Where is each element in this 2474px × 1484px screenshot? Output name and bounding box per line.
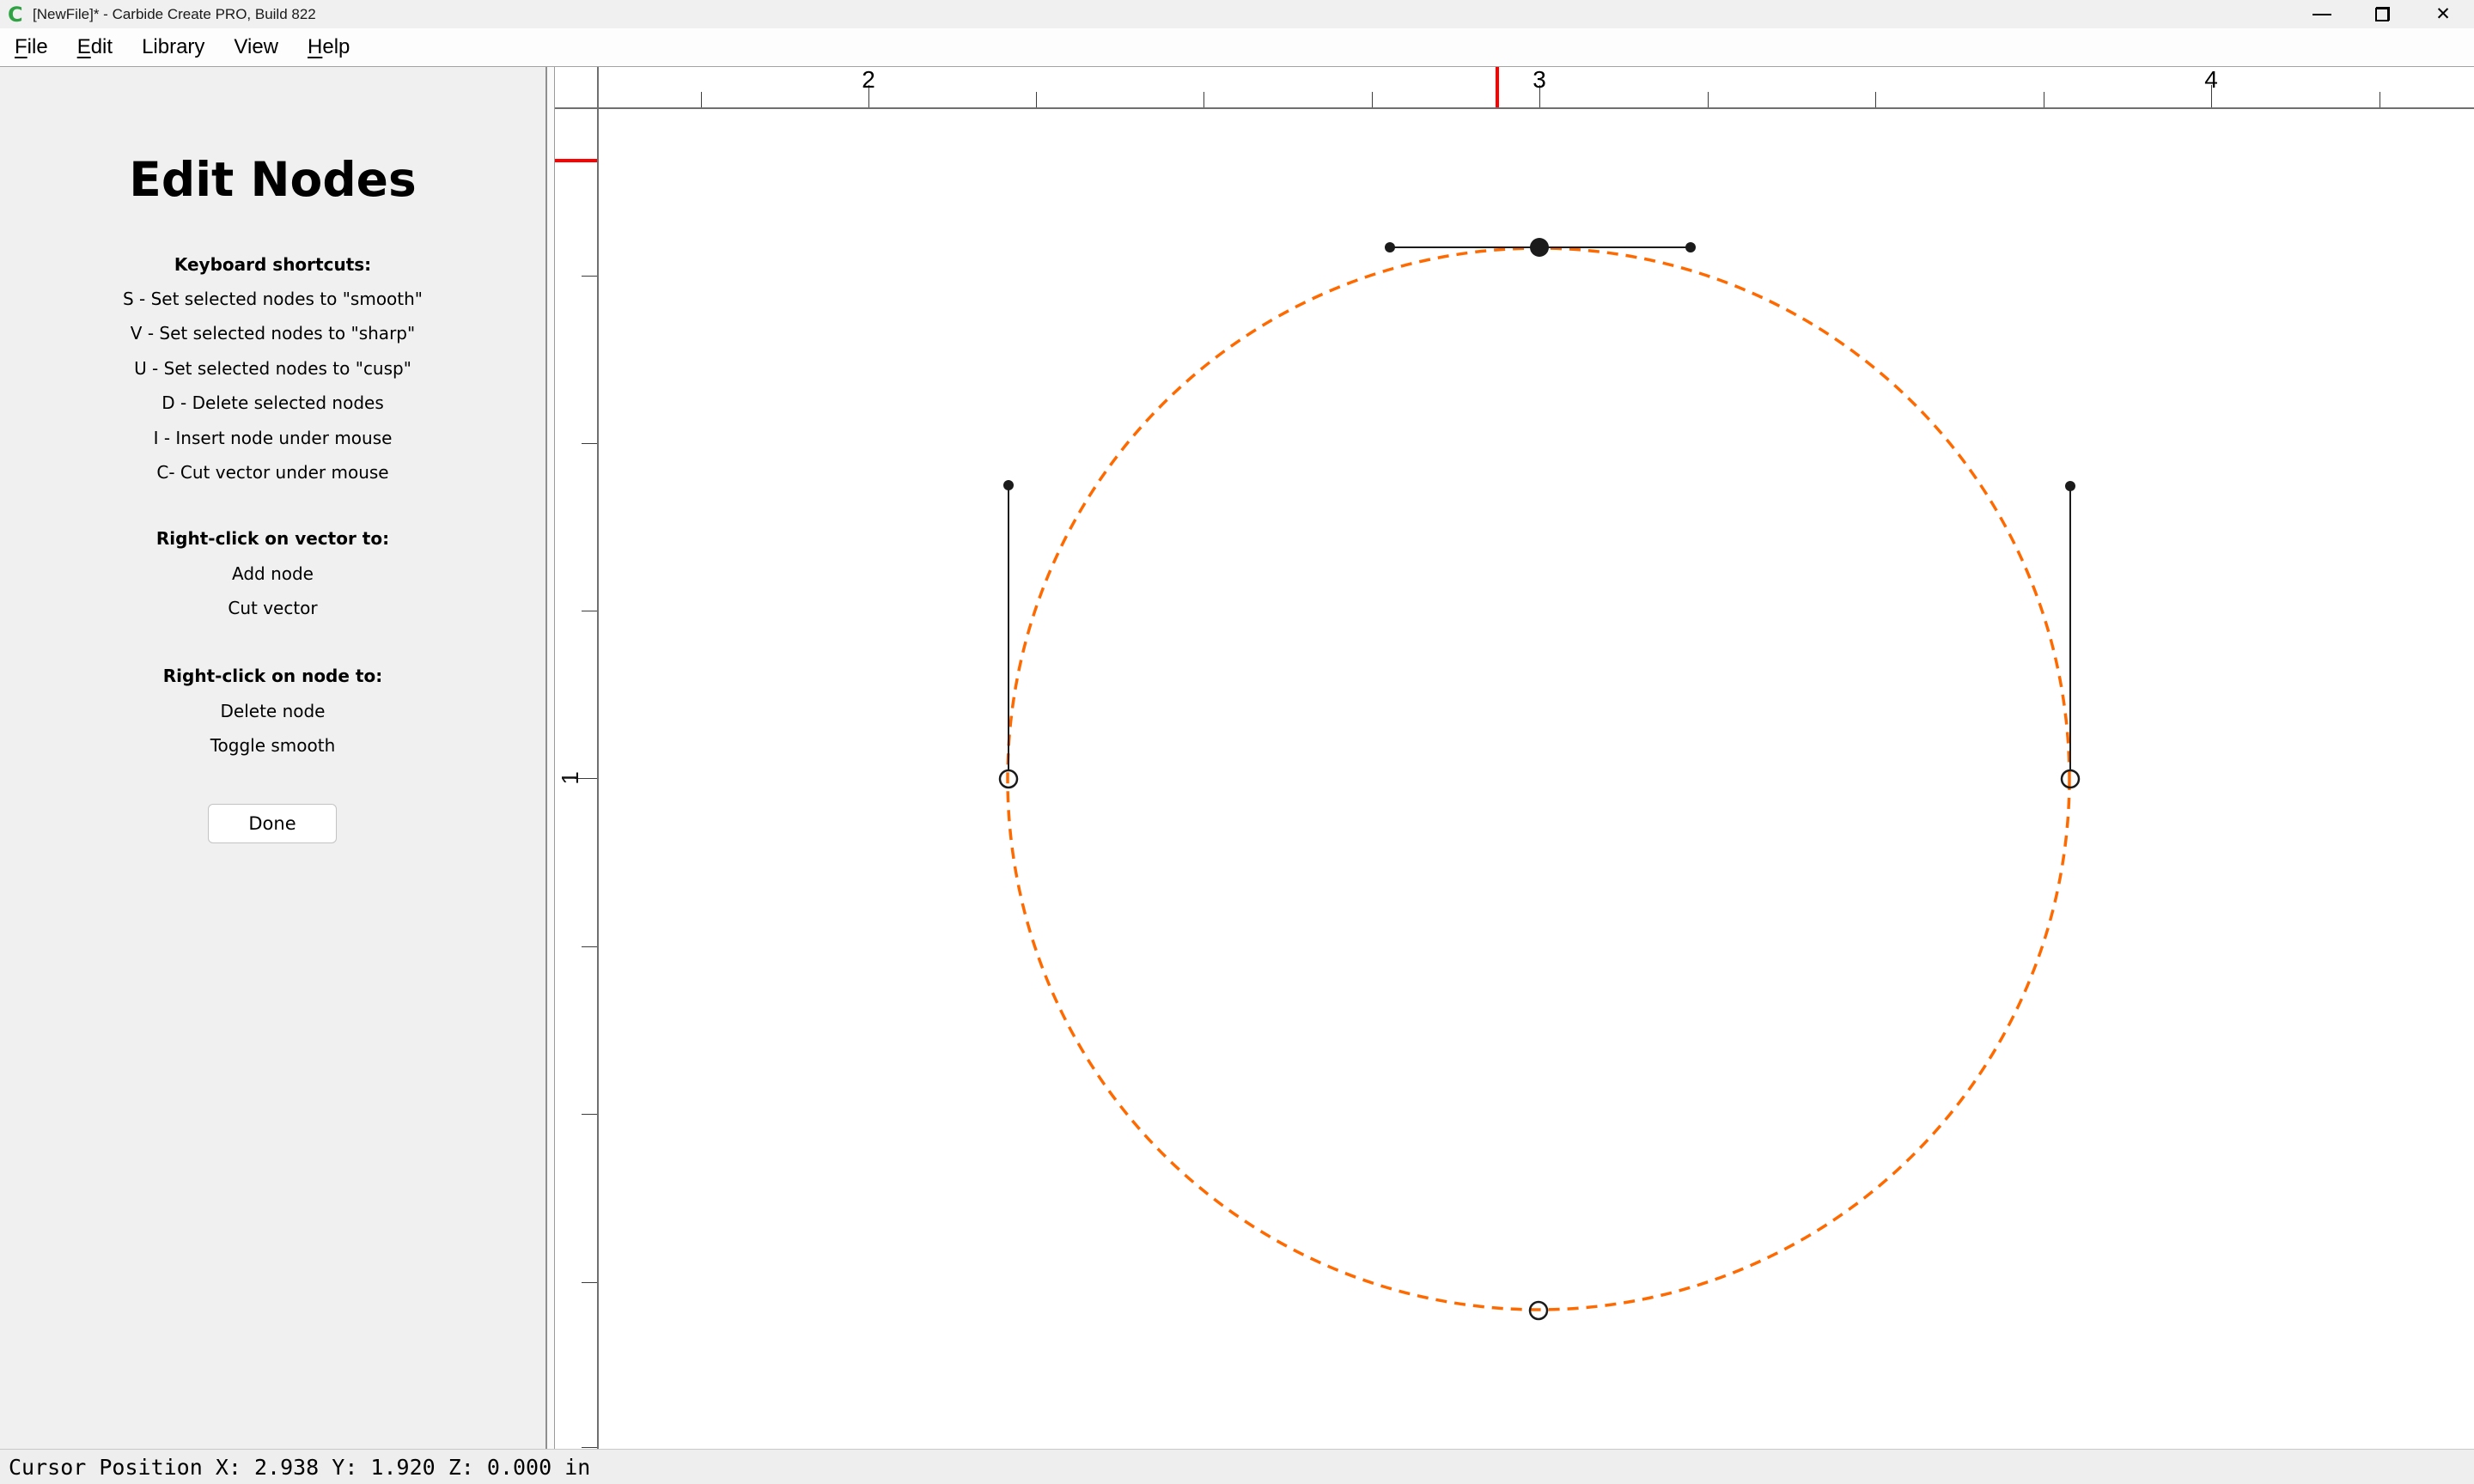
status-bar: Cursor Position X: 2.938 Y: 1.920 Z: 0.0… (0, 1449, 2474, 1484)
menu-bar: File Edit Library View Help (0, 28, 2474, 67)
vector-editor-svg (998, 238, 2081, 1321)
node-actions-header: Right-click on node to: (162, 666, 383, 686)
vruler-label-1: 1 (557, 771, 583, 785)
vruler-tick (582, 276, 597, 277)
right-node-handle-dot[interactable] (2065, 481, 2075, 491)
vruler-tick (582, 1282, 597, 1283)
panel-splitter[interactable] (547, 67, 554, 1449)
keyboard-shortcuts-header: Keyboard shortcuts: (174, 254, 372, 275)
window-title: [NewFile]* - Carbide Create PRO, Build 8… (33, 6, 316, 22)
action-cut-vector: Cut vector (228, 598, 318, 618)
minimize-icon (2313, 13, 2331, 15)
hruler-tick (1036, 92, 1037, 107)
design-canvas[interactable] (599, 109, 2474, 1449)
menu-view[interactable]: View (219, 28, 293, 66)
hruler-label-3: 3 (1533, 67, 1546, 93)
restore-icon (2374, 7, 2390, 21)
cursor-y-marker (555, 159, 597, 162)
shortcut-cusp: U - Set selected nodes to "cusp" (134, 358, 411, 379)
shortcut-cut: C- Cut vector under mouse (156, 462, 389, 483)
menu-file[interactable]: File (0, 28, 63, 66)
edit-nodes-panel: Edit Nodes Keyboard shortcuts: S - Set s… (0, 67, 547, 1449)
hruler-tick (1708, 92, 1709, 107)
shortcut-smooth: S - Set selected nodes to "smooth" (122, 289, 424, 309)
left-node-handle-dot[interactable] (1003, 480, 1014, 490)
hruler-label-4: 4 (2204, 67, 2218, 93)
hruler-tick (701, 92, 702, 107)
top-node-handle-right[interactable] (1685, 242, 1696, 252)
menu-edit[interactable]: Edit (63, 28, 127, 66)
hruler-tick (1372, 92, 1373, 107)
app-logo-icon: C (8, 3, 23, 27)
vruler-tick (582, 1447, 597, 1448)
action-add-node: Add node (232, 563, 314, 584)
vruler-label-2-clipped: 2 (560, 109, 584, 114)
vertical-ruler: 2 1 (554, 67, 600, 1449)
vruler-tick (582, 443, 597, 444)
vruler-tick (582, 946, 597, 947)
hruler-tick (1203, 92, 1204, 107)
restore-button[interactable] (2352, 0, 2412, 28)
menu-help[interactable]: Help (293, 28, 364, 66)
hruler-tick (1875, 92, 1876, 107)
vector-actions-header: Right-click on vector to: (155, 528, 390, 549)
done-button[interactable]: Done (208, 804, 337, 843)
close-button[interactable]: ✕ (2412, 0, 2474, 28)
shortcut-delete: D - Delete selected nodes (161, 392, 384, 413)
vector-circle-path[interactable] (1006, 246, 2071, 1311)
shortcut-insert: I - Insert node under mouse (153, 428, 393, 448)
action-toggle-smooth: Toggle smooth (210, 735, 336, 756)
shortcut-sharp: V - Set selected nodes to "sharp" (130, 323, 416, 344)
horizontal-ruler: 2 3 4 (599, 67, 2474, 109)
cursor-x-marker (1496, 67, 1499, 107)
vruler-tick (582, 1114, 597, 1115)
action-delete-node: Delete node (220, 701, 326, 721)
cursor-position-readout: Cursor Position X: 2.938 Y: 1.920 Z: 0.0… (9, 1455, 591, 1480)
close-icon: ✕ (2435, 4, 2451, 24)
title-bar: C [NewFile]* - Carbide Create PRO, Build… (0, 0, 2474, 28)
carbide-create-window: C [NewFile]* - Carbide Create PRO, Build… (0, 0, 2474, 1484)
minimize-button[interactable] (2292, 0, 2352, 28)
hruler-label-2: 2 (862, 67, 875, 93)
menu-library[interactable]: Library (127, 28, 219, 66)
top-node-selected[interactable] (1530, 238, 1549, 257)
panel-title: Edit Nodes (129, 152, 417, 207)
top-node-handle-left[interactable] (1385, 242, 1395, 252)
